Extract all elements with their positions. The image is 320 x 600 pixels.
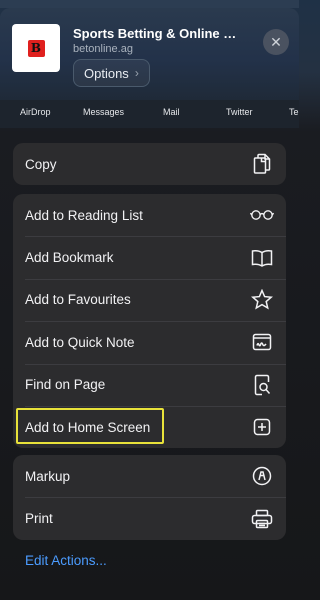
- copy-icon: [250, 152, 274, 176]
- action-print[interactable]: Print: [13, 497, 286, 539]
- action-add-to-quick-note[interactable]: Add to Quick Note: [13, 321, 286, 363]
- action-add-to-favourites[interactable]: Add to Favourites: [13, 278, 286, 321]
- action-label: Add Bookmark: [25, 250, 114, 266]
- close-button[interactable]: ✕: [263, 29, 289, 55]
- top-strip: [0, 0, 299, 8]
- share-target-messages[interactable]: Messages: [83, 107, 124, 117]
- options-label: Options: [84, 65, 129, 81]
- action-add-to-home-screen[interactable]: Add to Home Screen: [13, 405, 286, 448]
- quick-note-icon: [250, 330, 274, 354]
- share-target-more[interactable]: Te: [289, 107, 299, 117]
- book-icon: [250, 246, 274, 270]
- action-add-bookmark[interactable]: Add Bookmark: [13, 236, 286, 278]
- star-icon: [250, 288, 274, 312]
- share-target-twitter[interactable]: Twitter: [226, 107, 253, 117]
- action-markup[interactable]: Markup: [13, 455, 286, 497]
- action-group-page: Add to Reading List Add Bookmark Add to …: [13, 194, 286, 449]
- action-add-to-reading-list[interactable]: Add to Reading List: [13, 194, 286, 236]
- action-label: Print: [25, 511, 53, 527]
- close-icon: ✕: [270, 33, 282, 50]
- action-label: Find on Page: [25, 377, 106, 393]
- site-logo: B: [12, 24, 60, 72]
- printer-icon: [250, 507, 274, 531]
- chevron-right-icon: ›: [134, 66, 139, 80]
- betonline-logo-icon: B: [27, 39, 45, 57]
- glasses-icon: [250, 203, 274, 227]
- find-page-icon: [250, 373, 274, 397]
- action-label: Add to Quick Note: [25, 334, 135, 350]
- action-label: Add to Reading List: [25, 207, 143, 223]
- edit-actions-link[interactable]: Edit Actions...: [25, 553, 107, 568]
- site-url: betonline.ag: [73, 43, 133, 55]
- action-find-on-page[interactable]: Find on Page: [13, 363, 286, 406]
- action-label: Markup: [25, 468, 71, 484]
- action-label: Add to Favourites: [25, 292, 131, 308]
- action-group-copy: Copy: [13, 143, 286, 186]
- options-button[interactable]: Options ›: [73, 59, 150, 87]
- action-copy[interactable]: Copy: [13, 143, 286, 185]
- site-title: Sports Betting & Online Be...: [73, 26, 243, 41]
- share-sheet-header: B Sports Betting & Online Be... betonlin…: [0, 8, 299, 100]
- action-group-markup: Markup Print: [13, 455, 286, 540]
- plus-square-icon: [250, 415, 274, 439]
- share-target-airdrop[interactable]: AirDrop: [20, 107, 51, 117]
- share-targets-row: AirDrop Messages Mail Twitter Te: [0, 100, 299, 128]
- share-target-mail[interactable]: Mail: [163, 107, 180, 117]
- action-label: Add to Home Screen: [25, 419, 151, 435]
- action-label: Copy: [25, 156, 57, 172]
- markup-icon: [250, 464, 274, 488]
